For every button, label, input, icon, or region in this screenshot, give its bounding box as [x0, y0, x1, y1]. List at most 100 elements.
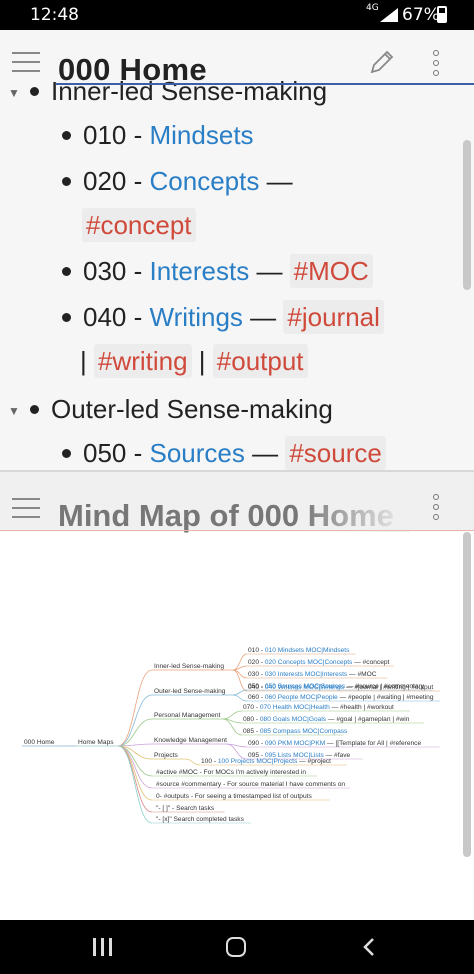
- mindmap-leaf-node[interactable]: 100 - 100 Projects MOC|Projects — #proje…: [201, 758, 331, 765]
- note-link[interactable]: Mindsets: [150, 120, 254, 150]
- back-icon[interactable]: [362, 938, 376, 956]
- mindmap-edge: [225, 743, 248, 760]
- mindmap-edge: [232, 689, 248, 696]
- hamburger-menu-icon[interactable]: [12, 498, 40, 518]
- bullet-icon: [62, 176, 71, 186]
- mindmap-leaf-tags: — #source | #commentary: [345, 683, 425, 690]
- title-underline: [56, 83, 474, 85]
- mindmap-note-node: "- [x]" Search completed tasks: [156, 816, 245, 823]
- edit-pencil-icon[interactable]: [368, 48, 396, 76]
- mindmap-leaf-num: 085 -: [243, 728, 260, 735]
- mindmap-edge: [117, 745, 153, 813]
- scrollbar-thumb[interactable]: [463, 532, 471, 857]
- mindmap-leaf-node[interactable]: 085 - 085 Compass MOC|Compass: [243, 728, 348, 735]
- mindmap-leaf-link[interactable]: 020 Concepts MOC|Concepts: [265, 659, 353, 666]
- bullet-icon: [62, 266, 71, 276]
- title-fade: [300, 492, 410, 532]
- mindmap-leaf-tags: — #MOC: [347, 671, 377, 678]
- tag[interactable]: #MOC: [289, 254, 373, 288]
- status-bar: 12:48 4G 67%: [0, 0, 474, 30]
- mindmap-edge: [117, 694, 153, 747]
- collapse-caret-icon[interactable]: ▼: [8, 86, 20, 100]
- mindmap-edge: [117, 718, 153, 747]
- mindmap-leaf-num: 070 -: [243, 704, 260, 711]
- tag[interactable]: #output: [212, 344, 308, 378]
- bullet-icon: [62, 448, 71, 458]
- mindmap-leaf-link[interactable]: 030 Interests MOC|Interests: [265, 671, 348, 678]
- mindmap-leaf-num: 010 -: [248, 647, 265, 654]
- mindmap-leaf-node[interactable]: 030 - 030 Interests MOC|Interests — #MOC: [248, 671, 377, 678]
- list-item-tags: | #writing | #output: [80, 344, 308, 378]
- tag[interactable]: #concept: [82, 208, 196, 242]
- mindmap-hub-node: Home Maps: [78, 739, 114, 746]
- mindmap-leaf-num: 050 -: [248, 683, 265, 690]
- mindmap-leaf-tags: — #people | #waiting | #meeting: [338, 694, 434, 701]
- mindmap-note-node: #active #MOC - For MOCs I'm actively int…: [156, 769, 306, 776]
- mindmap-edge: [232, 694, 248, 702]
- mind-map[interactable]: 000 Home Home Maps Inner-led Sense-making 0…: [0, 531, 474, 920]
- mindmap-edge: [117, 745, 153, 777]
- mindmap-leaf-node[interactable]: 090 - 090 PKM MOC|PKM — [[Template for A…: [248, 740, 421, 747]
- note-link[interactable]: Writings: [150, 302, 243, 332]
- list-item: 040 - Writings — #journal: [62, 300, 384, 334]
- mindmap-leaf-link[interactable]: 085 Compass MOC|Compass: [260, 728, 348, 735]
- mindmap-leaf-tags: — #project: [297, 758, 331, 765]
- tag[interactable]: #writing: [93, 344, 192, 378]
- mindmap-branch-node: Inner-led Sense-making: [154, 663, 224, 670]
- bullet-icon: [30, 86, 39, 96]
- recents-icon[interactable]: [93, 938, 113, 956]
- scrollbar-thumb[interactable]: [463, 140, 471, 290]
- note-pane[interactable]: ▼ Inner-led Sense-making 010 - Mindsets …: [0, 30, 474, 470]
- hamburger-menu-icon[interactable]: [12, 52, 40, 72]
- mindmap-leaf-link[interactable]: 080 Goals MOC|Goals: [260, 716, 327, 723]
- mindmap-leaf-tags: — #goal | #gameplan | #win: [326, 716, 410, 723]
- list-item: 010 - Mindsets: [62, 120, 254, 151]
- mindmap-branch-node: Personal Management: [154, 712, 221, 719]
- collapse-caret-icon[interactable]: ▼: [8, 404, 20, 418]
- mindmap-branch-node: Projects: [154, 752, 179, 759]
- mindmap-leaf-link[interactable]: 070 Health MOC|Health: [260, 704, 330, 711]
- battery-percent: 67%: [402, 5, 440, 25]
- note-link[interactable]: Interests: [150, 256, 250, 286]
- mindmap-leaf-node[interactable]: 050 - 050 Sources MOC|Sources — #source …: [248, 683, 425, 690]
- mindmap-pane[interactable]: Mind Map of 000 Home 000 Home Home Maps In…: [0, 472, 474, 920]
- status-time: 12:48: [30, 5, 79, 25]
- mindmap-leaf-node[interactable]: 060 - 060 People MOC|People — #people | …: [248, 694, 434, 701]
- mindmap-leaf-num: 080 -: [243, 716, 260, 723]
- mindmap-leaf-link[interactable]: 090 PKM MOC|PKM: [265, 740, 325, 747]
- note-link[interactable]: Sources: [150, 438, 245, 468]
- tag[interactable]: #source: [285, 436, 386, 470]
- bullet-icon: [62, 312, 71, 322]
- note-link[interactable]: Concepts: [150, 166, 260, 196]
- mindmap-root-node: 000 Home: [24, 739, 55, 746]
- list-heading: Outer-led Sense-making: [30, 394, 333, 425]
- more-options-icon[interactable]: [432, 50, 440, 76]
- signal-icon: [380, 8, 398, 22]
- home-icon[interactable]: [226, 937, 246, 957]
- mindmap-edge: [117, 669, 153, 747]
- mindmap-note-node: #source #commentary - For source materia…: [156, 781, 345, 788]
- mindmap-leaf-node[interactable]: 020 - 020 Concepts MOC|Concepts — #conce…: [248, 659, 390, 666]
- mindmap-leaf-node[interactable]: 080 - 080 Goals MOC|Goals — #goal | #gam…: [243, 716, 410, 723]
- mindmap-leaf-link[interactable]: 050 Sources MOC|Sources: [265, 683, 346, 690]
- mindmap-leaf-node[interactable]: 070 - 070 Health MOC|Health — #health | …: [243, 704, 394, 711]
- bullet-icon: [62, 130, 71, 140]
- bullet-icon: [30, 404, 39, 414]
- mindmap-leaf-num: 020 -: [248, 659, 265, 666]
- system-nav-bar: [0, 920, 474, 974]
- mindmap-branch-node: Knowledge Management: [154, 737, 227, 744]
- mindmap-note-node: "- [ ]" - Search tasks: [156, 805, 215, 812]
- mindmap-leaf-link[interactable]: 060 People MOC|People: [265, 694, 338, 701]
- list-item-tags: #concept: [82, 208, 196, 242]
- mindmap-leaf-num: 060 -: [248, 694, 265, 701]
- more-options-icon[interactable]: [432, 494, 440, 520]
- mindmap-leaf-link[interactable]: 100 Projects MOC|Projects: [218, 758, 298, 765]
- list-item: 020 - Concepts —: [62, 166, 293, 197]
- mindmap-branch-node: Outer-led Sense-making: [154, 688, 226, 695]
- mindmap-leaf-tags: — #concept: [352, 659, 389, 666]
- tag[interactable]: #journal: [283, 300, 384, 334]
- mindmap-leaf-node[interactable]: 010 - 010 Mindsets MOC|Mindsets: [248, 647, 350, 654]
- battery-icon: [437, 6, 447, 23]
- mindmap-edge: [185, 758, 201, 766]
- mindmap-leaf-link[interactable]: 010 Mindsets MOC|Mindsets: [265, 647, 350, 654]
